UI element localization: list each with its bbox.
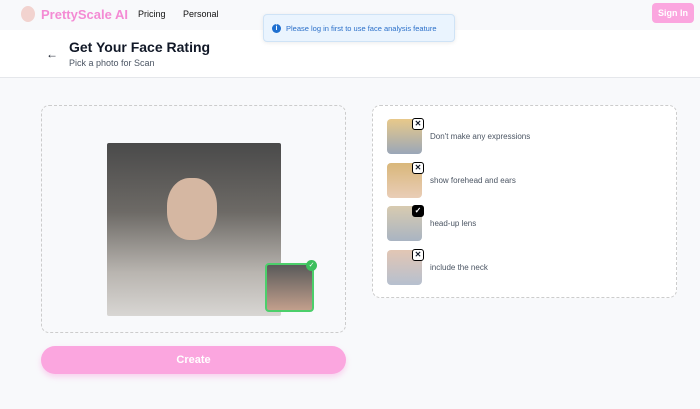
tip-label: include the neck	[430, 263, 488, 272]
nav-personal[interactable]: Personal	[183, 9, 219, 19]
tip-item: ✕ include the neck	[387, 249, 627, 285]
check-icon: ✓	[306, 260, 317, 271]
tip-label: head-up lens	[430, 219, 477, 228]
create-button[interactable]: Create	[41, 346, 346, 374]
face-thumbnail	[265, 263, 314, 312]
brand-name[interactable]: PrettyScale AI	[41, 7, 128, 22]
photo-tips-panel: ✕ Don't make any expressions ✕ show fore…	[372, 105, 677, 298]
tip-label: Don't make any expressions	[430, 132, 531, 141]
x-icon: ✕	[412, 162, 424, 174]
x-icon: ✕	[412, 118, 424, 130]
tip-item: ✕ show forehead and ears	[387, 162, 627, 198]
tip-item: ✓ head-up lens	[387, 205, 627, 241]
sample-photo	[107, 143, 281, 316]
check-icon: ✓	[412, 205, 424, 217]
page-subtitle: Pick a photo for Scan	[69, 58, 155, 68]
info-icon: i	[272, 23, 281, 33]
tip-label: show forehead and ears	[430, 176, 516, 185]
nav-pricing[interactable]: Pricing	[138, 9, 166, 19]
face-scan-overlay	[167, 178, 217, 240]
x-icon: ✕	[412, 249, 424, 261]
back-arrow-icon[interactable]: ←	[46, 47, 58, 61]
toast-message: Please log in first to use face analysis…	[286, 23, 437, 33]
logo-icon	[21, 6, 35, 22]
tip-item: ✕ Don't make any expressions	[387, 118, 627, 154]
login-toast: i Please log in first to use face analys…	[263, 14, 455, 42]
sign-in-button[interactable]: Sign In	[652, 3, 694, 23]
page-title: Get Your Face Rating	[69, 39, 211, 55]
